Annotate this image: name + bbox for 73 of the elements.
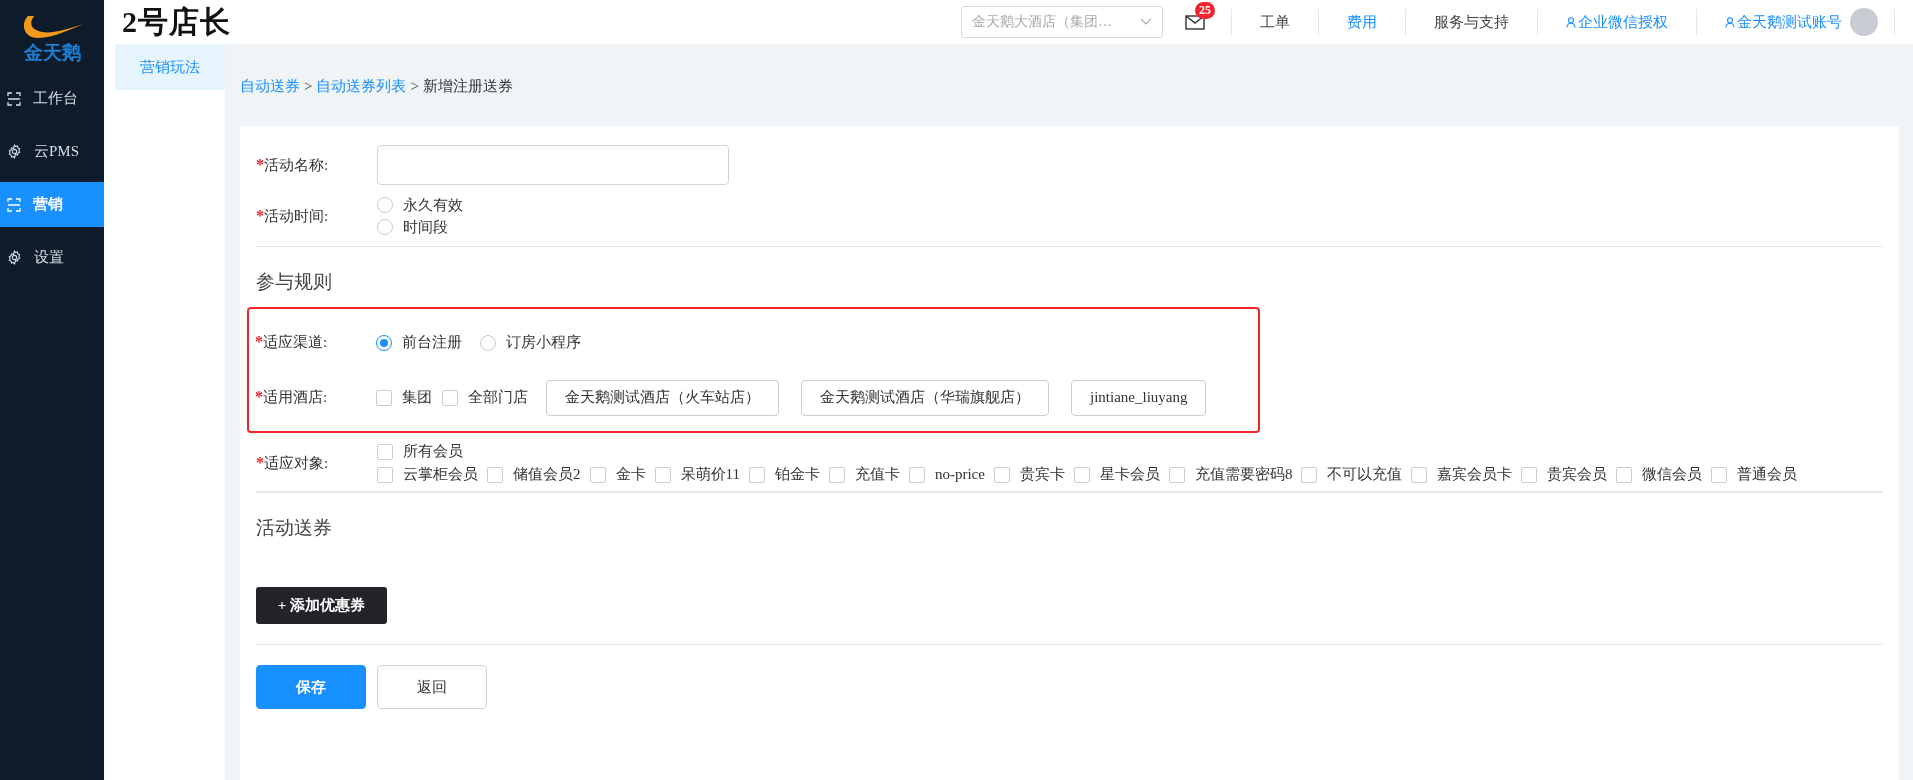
checkbox[interactable]	[1711, 466, 1728, 483]
option-label: 充值需要密码8	[1194, 465, 1293, 484]
breadcrumb-separator: >	[410, 77, 419, 95]
user-icon	[1725, 16, 1735, 28]
frame-icon	[7, 197, 21, 212]
hotel-tag[interactable]: 金天鹅测试酒店（火车站店）	[546, 379, 779, 416]
sidebar-item[interactable]: 工作台	[0, 76, 104, 121]
option-label: 集团	[402, 388, 432, 407]
logo-text: 金天鹅	[23, 41, 81, 65]
checkbox[interactable]	[908, 466, 925, 483]
checkbox[interactable]	[1073, 466, 1090, 483]
option-label: 铂金卡	[774, 465, 820, 484]
checkbox[interactable]	[748, 466, 765, 483]
checkbox[interactable]	[1301, 466, 1318, 483]
nav-link[interactable]: 服务与支持	[1405, 9, 1537, 35]
gear-icon	[7, 250, 22, 265]
option-label: 前台注册	[402, 333, 462, 352]
option-label: 金卡	[615, 465, 646, 484]
checkbox[interactable]	[377, 443, 393, 460]
checkbox[interactable]	[377, 466, 393, 483]
option-label: 嘉宾会员卡	[1437, 465, 1513, 484]
sidebar-item[interactable]: 设置	[0, 235, 104, 280]
checkbox[interactable]	[1168, 466, 1185, 483]
option-label: 微信会员	[1642, 465, 1703, 484]
text-field[interactable]	[377, 145, 729, 185]
option-label: 呆萌价11	[680, 465, 740, 484]
option-label: 储值会员2	[513, 465, 581, 484]
option-label: 所有会员	[403, 442, 463, 461]
option-label: 贵宾会员	[1547, 465, 1608, 484]
notification-badge: 25	[1195, 2, 1215, 19]
breadcrumb-current: 新增注册送券	[422, 76, 513, 96]
option-label: 普通会员	[1737, 465, 1798, 484]
section-title: 活动送券	[256, 516, 333, 540]
field-label: *适用酒店:	[255, 388, 329, 407]
checkbox[interactable]	[1616, 466, 1633, 483]
option-label: 全部门店	[468, 388, 528, 407]
checkbox[interactable]	[1521, 466, 1538, 483]
checkbox[interactable]	[376, 389, 392, 406]
back-button[interactable]: 返回	[377, 665, 487, 709]
mail-icon[interactable]	[1185, 14, 1205, 30]
option-label: 充值卡	[854, 465, 900, 484]
add-coupon-button[interactable]: + 添加优惠券	[256, 587, 387, 624]
option-label: 云掌柜会员	[403, 465, 478, 484]
option-label: 星卡会员	[1099, 465, 1160, 484]
checkbox[interactable]	[589, 466, 606, 483]
checkbox[interactable]	[1411, 466, 1428, 483]
section-title: 参与规则	[256, 270, 333, 294]
option-label: 永久有效	[403, 195, 463, 215]
user-icon	[1566, 16, 1576, 28]
option-label: 贵宾卡	[1019, 465, 1065, 484]
hotel-tag[interactable]: jintiane_liuyang	[1071, 379, 1207, 416]
checkbox[interactable]	[654, 466, 671, 483]
option-label: 订房小程序	[506, 333, 581, 352]
avatar[interactable]	[1850, 8, 1878, 36]
sidebar-item[interactable]: 云PMS	[0, 129, 104, 174]
breadcrumb-separator: >	[304, 77, 313, 95]
gear-icon	[7, 144, 22, 159]
field-label: *适应渠道:	[255, 333, 329, 352]
field-label: *活动名称:	[256, 155, 330, 175]
nav-link[interactable]: 工单	[1231, 9, 1318, 35]
checkbox[interactable]	[442, 389, 458, 406]
checkbox[interactable]	[828, 466, 845, 483]
frame-icon	[7, 91, 21, 106]
checkbox[interactable]	[993, 466, 1010, 483]
app-title: 2号店长	[122, 3, 231, 40]
field-label: *活动时间:	[256, 206, 330, 226]
checkbox[interactable]	[487, 466, 503, 483]
field-label: *适应对象:	[256, 453, 330, 473]
option-label: no-price	[934, 466, 985, 483]
chevron-down-icon	[1140, 18, 1152, 26]
hotel-tag[interactable]: 金天鹅测试酒店（华瑞旗舰店）	[801, 379, 1049, 416]
option-label: 时间段	[403, 217, 448, 237]
option-label: 不可以充值	[1327, 465, 1403, 484]
